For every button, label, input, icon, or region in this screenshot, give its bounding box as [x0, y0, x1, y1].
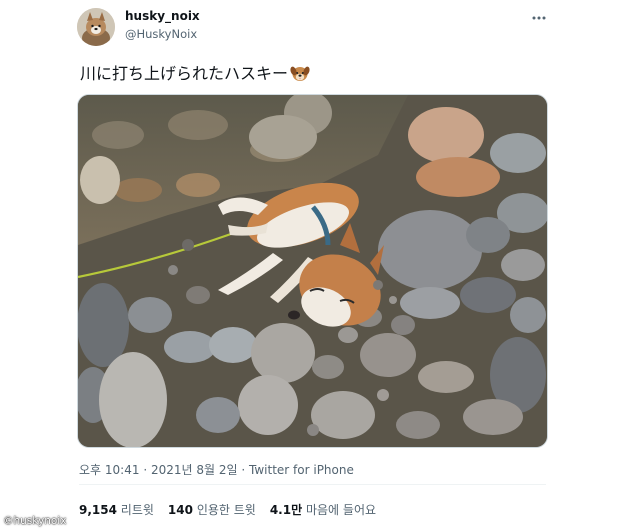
tweet-meta: 오후 10:41 · 2021년 8월 2일 · Twitter for iPh… — [79, 461, 354, 478]
tweet-text-body: 川に打ち上げられたハスキー — [80, 64, 289, 83]
meta-separator: · — [143, 463, 148, 477]
avatar[interactable] — [77, 8, 115, 46]
retweets-count: 9,154 — [79, 503, 117, 517]
quotes-stat[interactable]: 140 인용한 트윗 — [168, 503, 256, 517]
divider — [79, 484, 546, 485]
tweet-date[interactable]: 2021년 8월 2일 — [151, 463, 238, 477]
watermark: ©huskynoix — [3, 515, 67, 527]
tweet-source-app[interactable]: Twitter for iPhone — [249, 463, 354, 477]
tweet-time[interactable]: 오후 10:41 — [79, 463, 139, 477]
quotes-label: 인용한 트윗 — [196, 503, 256, 517]
retweets-label: 리트윗 — [120, 503, 154, 517]
likes-stat[interactable]: 4.1만 마음에 들어요 — [270, 503, 376, 517]
user-handle[interactable]: @HuskyNoix — [125, 27, 197, 41]
dog-face-icon — [290, 63, 310, 87]
retweets-stat[interactable]: 9,154 리트윗 — [79, 503, 154, 517]
husky-photo-image — [78, 95, 547, 447]
quotes-count: 140 — [167, 503, 193, 517]
tweet-card: husky_noix @HuskyNoix 川に打ち上げられたハスキー 오후 1… — [0, 0, 620, 531]
likes-label: 마음에 들어요 — [305, 503, 377, 517]
tweet-stats: 9,154 리트윗 140 인용한 트윗 4.1만 마음에 들어요 — [79, 501, 376, 518]
likes-count: 4.1만 — [269, 503, 303, 517]
more-options-icon[interactable] — [528, 6, 550, 28]
meta-separator: · — [241, 463, 246, 477]
tweet-text: 川に打ち上げられたハスキー — [80, 60, 310, 87]
tweet-photo[interactable] — [77, 94, 548, 448]
avatar-dog-image — [77, 8, 115, 46]
display-name[interactable]: husky_noix — [125, 9, 200, 23]
